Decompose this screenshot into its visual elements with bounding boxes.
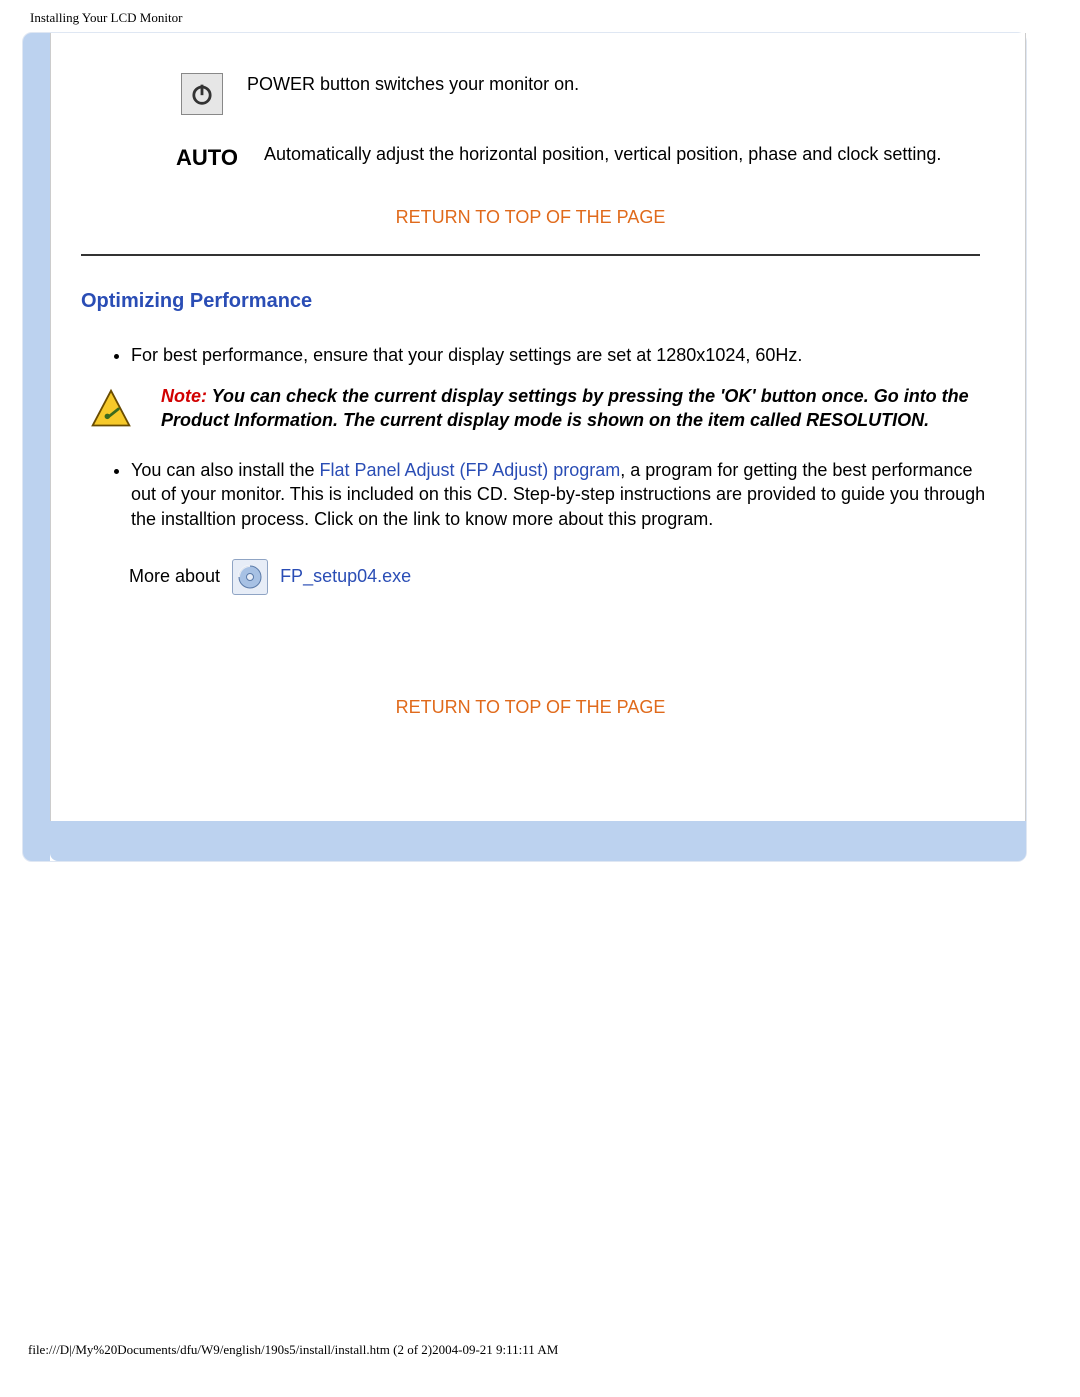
section-heading: Optimizing Performance: [81, 290, 990, 313]
power-row: POWER button switches your monitor on.: [71, 73, 990, 115]
note-body: You can check the current display settin…: [161, 386, 969, 429]
note-label: Note:: [161, 386, 207, 406]
auto-description: Automatically adjust the horizontal posi…: [264, 143, 941, 166]
more-about-label: More about: [129, 566, 220, 587]
list-item: For best performance, ensure that your d…: [131, 343, 990, 367]
power-description: POWER button switches your monitor on.: [247, 73, 579, 96]
return-top-link-1[interactable]: RETURN TO TOP OF THE PAGE: [71, 207, 990, 228]
separator: [81, 254, 980, 256]
footer-path: file:///D|/My%20Documents/dfu/W9/english…: [28, 1342, 1080, 1358]
note-block: Note: You can check the current display …: [89, 385, 980, 432]
list-item: You can also install the Flat Panel Adju…: [131, 458, 990, 531]
fp-exe-link[interactable]: FP_setup04.exe: [280, 566, 411, 587]
more-about-row: More about FP_setup04.exe: [129, 559, 990, 595]
bullet-list-1: For best performance, ensure that your d…: [71, 343, 990, 367]
bottom-strip: [50, 821, 1026, 861]
warning-icon: [89, 387, 133, 431]
auto-label: AUTO: [176, 143, 240, 171]
bullet2-lead: You can also install the: [131, 460, 319, 480]
fp-adjust-link[interactable]: Flat Panel Adjust (FP Adjust) program: [319, 460, 620, 480]
bullet-list-2: You can also install the Flat Panel Adju…: [71, 458, 990, 531]
power-icon: [181, 73, 223, 115]
content-frame: POWER button switches your monitor on. A…: [22, 32, 1027, 862]
auto-row: AUTO Automatically adjust the horizontal…: [71, 143, 990, 171]
page-header: Installing Your LCD Monitor: [0, 0, 1080, 32]
cd-icon: [232, 559, 268, 595]
note-text: Note: You can check the current display …: [161, 385, 980, 432]
inner-page: POWER button switches your monitor on. A…: [50, 33, 1026, 823]
return-top-link-2[interactable]: RETURN TO TOP OF THE PAGE: [71, 697, 990, 718]
